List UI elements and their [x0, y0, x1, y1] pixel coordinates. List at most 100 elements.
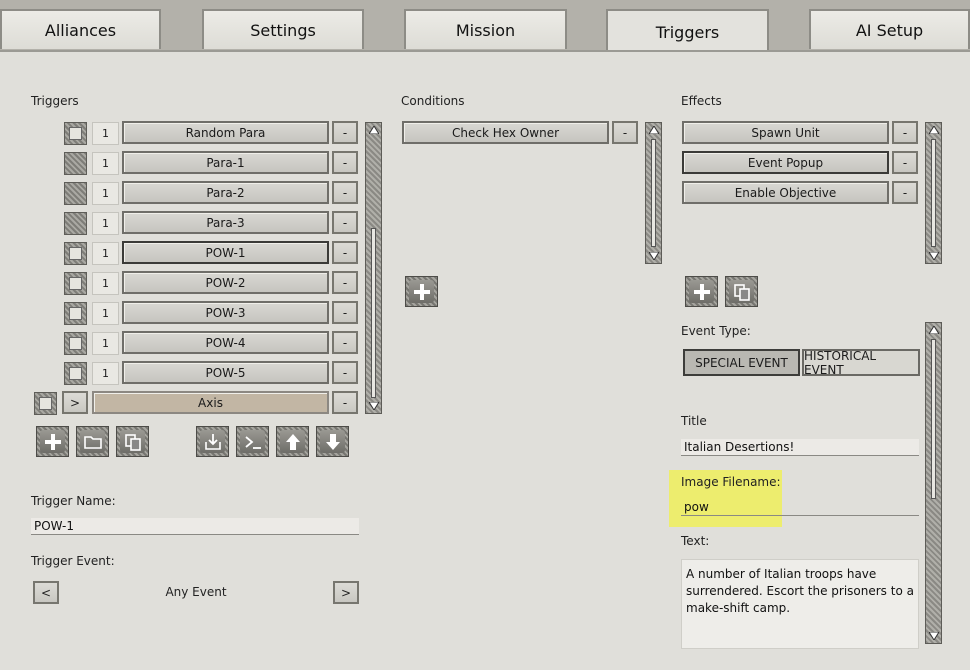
- trigger-checkbox[interactable]: [64, 182, 87, 205]
- copy-trigger-button[interactable]: [116, 426, 149, 457]
- trigger-checkbox[interactable]: [64, 242, 87, 265]
- trigger-item-selected[interactable]: POW-1: [122, 241, 329, 264]
- move-down-icon: [325, 433, 340, 450]
- effect-item-selected[interactable]: Event Popup: [682, 151, 889, 174]
- remove-condition-button[interactable]: -: [612, 121, 638, 144]
- trigger-item[interactable]: POW-3: [122, 301, 329, 324]
- triggers-heading: Triggers: [31, 94, 79, 108]
- triggers-panel: Triggers 1 Random Para - 1 Para-1 - 1 Pa…: [0, 50, 970, 670]
- tab-bar: Alliances Settings Mission Triggers AI S…: [0, 0, 970, 53]
- copy-effect-button[interactable]: [725, 276, 758, 307]
- scroll-down-icon[interactable]: [926, 250, 941, 262]
- scroll-up-icon[interactable]: [926, 324, 941, 336]
- scroll-thumb[interactable]: [931, 339, 936, 499]
- tab-settings[interactable]: Settings: [202, 9, 364, 49]
- trigger-count: 1: [92, 362, 119, 385]
- add-icon: [44, 433, 61, 450]
- trigger-name-label: Trigger Name:: [31, 494, 116, 508]
- title-label: Title: [681, 414, 707, 428]
- add-icon: [693, 283, 710, 300]
- triggers-scrollbar[interactable]: [365, 122, 382, 414]
- trigger-checkbox[interactable]: [64, 332, 87, 355]
- condition-item[interactable]: Check Hex Owner: [402, 121, 609, 144]
- expand-group-button[interactable]: >: [62, 391, 88, 414]
- trigger-item[interactable]: Para-1: [122, 151, 329, 174]
- remove-trigger-button[interactable]: -: [332, 211, 358, 234]
- remove-effect-button[interactable]: -: [892, 121, 918, 144]
- remove-effect-button[interactable]: -: [892, 181, 918, 204]
- trigger-checkbox[interactable]: [64, 362, 87, 385]
- historical-event-option[interactable]: HISTORICAL EVENT: [802, 349, 920, 377]
- group-checkbox[interactable]: [34, 392, 57, 415]
- scroll-thumb[interactable]: [651, 139, 656, 247]
- add-condition-button[interactable]: [405, 276, 438, 307]
- scroll-thumb[interactable]: [371, 228, 376, 398]
- remove-trigger-button[interactable]: -: [332, 241, 358, 264]
- import-icon: [204, 433, 221, 450]
- trigger-item[interactable]: POW-2: [122, 271, 329, 294]
- add-icon: [413, 283, 430, 300]
- prev-event-button[interactable]: <: [33, 581, 59, 604]
- effect-item[interactable]: Enable Objective: [682, 181, 889, 204]
- scroll-up-icon[interactable]: [926, 124, 941, 136]
- trigger-count: 1: [92, 182, 119, 205]
- trigger-checkbox[interactable]: [64, 122, 87, 145]
- trigger-name-input[interactable]: POW-1: [31, 518, 359, 535]
- effects-heading: Effects: [681, 94, 722, 108]
- copy-icon: [733, 283, 750, 301]
- trigger-checkbox[interactable]: [64, 272, 87, 295]
- open-folder-button[interactable]: [76, 426, 109, 457]
- tab-triggers[interactable]: Triggers: [606, 9, 769, 53]
- remove-trigger-button[interactable]: -: [332, 361, 358, 384]
- add-trigger-button[interactable]: [36, 426, 69, 457]
- console-icon: [244, 435, 261, 449]
- special-event-option[interactable]: SPECIAL EVENT: [683, 349, 800, 376]
- effects-scrollbar[interactable]: [925, 122, 942, 264]
- trigger-count: 1: [92, 242, 119, 265]
- trigger-item[interactable]: POW-5: [122, 361, 329, 384]
- folder-icon: [83, 435, 102, 449]
- scroll-thumb[interactable]: [931, 139, 936, 247]
- trigger-count: 1: [92, 272, 119, 295]
- copy-icon: [124, 433, 141, 451]
- text-area[interactable]: A number of Italian troops have surrende…: [681, 559, 919, 649]
- tab-mission[interactable]: Mission: [404, 9, 567, 49]
- trigger-count: 1: [92, 302, 119, 325]
- trigger-item[interactable]: Random Para: [122, 121, 329, 144]
- remove-group-button[interactable]: -: [332, 391, 358, 414]
- next-event-button[interactable]: >: [333, 581, 359, 604]
- trigger-checkbox[interactable]: [64, 212, 87, 235]
- tab-alliances[interactable]: Alliances: [0, 9, 161, 49]
- move-down-button[interactable]: [316, 426, 349, 457]
- trigger-item[interactable]: POW-4: [122, 331, 329, 354]
- conditions-heading: Conditions: [401, 94, 465, 108]
- console-button[interactable]: [236, 426, 269, 457]
- scroll-down-icon[interactable]: [926, 630, 941, 642]
- scroll-down-icon[interactable]: [366, 400, 381, 412]
- remove-trigger-button[interactable]: -: [332, 271, 358, 294]
- remove-effect-button[interactable]: -: [892, 151, 918, 174]
- move-up-button[interactable]: [276, 426, 309, 457]
- remove-trigger-button[interactable]: -: [332, 121, 358, 144]
- trigger-checkbox[interactable]: [64, 302, 87, 325]
- title-input[interactable]: Italian Desertions!: [681, 439, 919, 456]
- tab-ai-setup[interactable]: AI Setup: [809, 9, 970, 49]
- image-filename-input[interactable]: pow: [681, 499, 919, 516]
- remove-trigger-button[interactable]: -: [332, 301, 358, 324]
- event-type-label: Event Type:: [681, 324, 751, 338]
- group-axis[interactable]: Axis: [92, 391, 329, 414]
- remove-trigger-button[interactable]: -: [332, 331, 358, 354]
- scroll-up-icon[interactable]: [366, 124, 381, 136]
- add-effect-button[interactable]: [685, 276, 718, 307]
- effect-item[interactable]: Spawn Unit: [682, 121, 889, 144]
- import-button[interactable]: [196, 426, 229, 457]
- trigger-item[interactable]: Para-2: [122, 181, 329, 204]
- trigger-checkbox[interactable]: [64, 152, 87, 175]
- scroll-up-icon[interactable]: [646, 124, 661, 136]
- conditions-scrollbar[interactable]: [645, 122, 662, 264]
- remove-trigger-button[interactable]: -: [332, 181, 358, 204]
- scroll-down-icon[interactable]: [646, 250, 661, 262]
- remove-trigger-button[interactable]: -: [332, 151, 358, 174]
- trigger-item[interactable]: Para-3: [122, 211, 329, 234]
- event-details-scrollbar[interactable]: [925, 322, 942, 644]
